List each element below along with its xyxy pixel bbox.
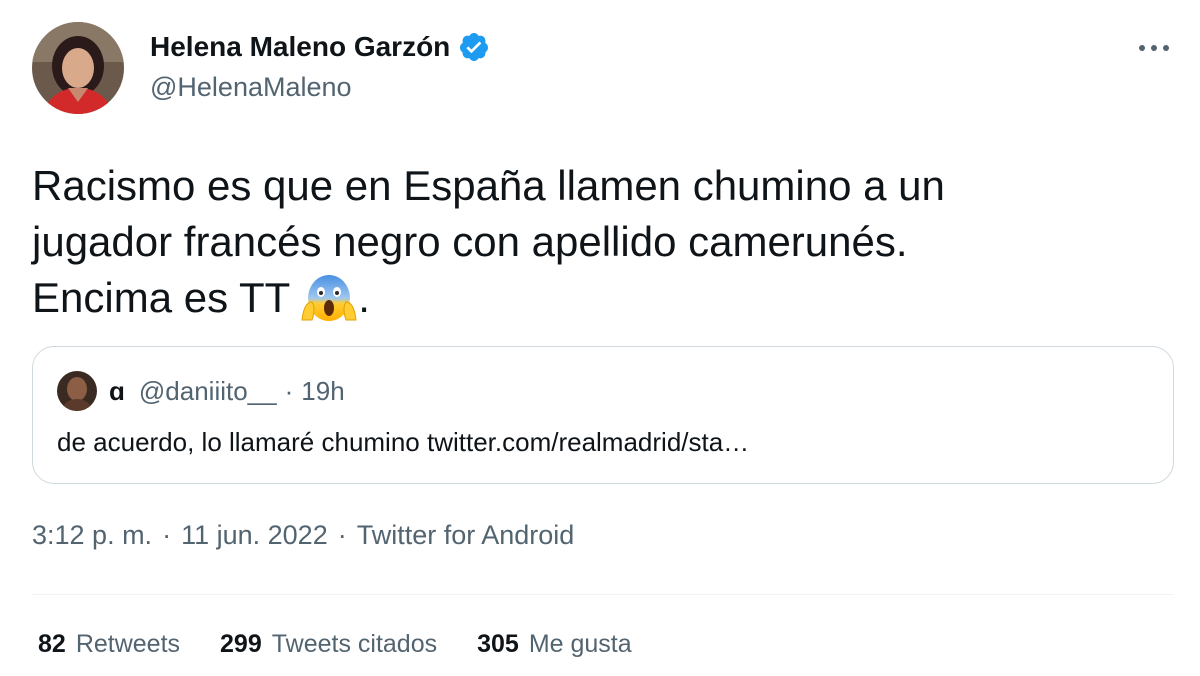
quote-tweets-label: Tweets citados — [271, 630, 438, 658]
tweet-meta: 3:12 p. m. · 11 jun. 2022 · Twitter for … — [32, 520, 574, 551]
likes-label: Me gusta — [528, 630, 632, 658]
tweet-trailing-period: . — [358, 274, 370, 321]
quoted-author-name[interactable]: ɑ — [109, 376, 125, 407]
retweets-label: Retweets — [75, 630, 181, 658]
retweets-stat[interactable]: 82 Retweets — [38, 630, 180, 659]
quoted-tweet[interactable]: ɑ @daniiito__ · 19h de acuerdo, lo llama… — [32, 346, 1174, 484]
author-handle[interactable]: @HelenaMaleno — [150, 72, 352, 103]
quoted-timestamp[interactable]: 19h — [301, 376, 344, 407]
tweet-line-last: Encima es TT . — [32, 270, 1132, 326]
meta-separator: · — [162, 520, 172, 550]
tweet-text: Racismo es que en España llamen chumino … — [32, 158, 1132, 326]
tweet-line: Racismo es que en España llamen chumino … — [32, 162, 945, 209]
likes-count: 305 — [477, 630, 519, 658]
quoted-text: de acuerdo, lo llamaré chumino twitter.c… — [57, 427, 750, 457]
screaming-face-emoji-icon — [300, 272, 358, 322]
retweets-count: 82 — [38, 630, 66, 658]
tweet-source[interactable]: Twitter for Android — [357, 520, 575, 551]
author-avatar[interactable] — [32, 22, 124, 114]
tweet-date[interactable]: 11 jun. 2022 — [181, 520, 328, 551]
quoted-author-avatar[interactable] — [57, 371, 97, 411]
quoted-author-handle[interactable]: @daniiito__ — [139, 376, 277, 407]
likes-stat[interactable]: 305 Me gusta — [477, 630, 632, 659]
tweet-stats: 82 Retweets 299 Tweets citados 305 Me gu… — [38, 630, 672, 659]
author-name[interactable]: Helena Maleno Garzón — [150, 31, 450, 63]
quote-tweets-stat[interactable]: 299 Tweets citados — [220, 630, 437, 659]
verified-badge-icon — [458, 31, 490, 63]
quoted-header: ɑ @daniiito__ · 19h — [109, 373, 345, 409]
quote-tweets-count: 299 — [220, 630, 262, 658]
divider — [32, 594, 1174, 595]
tweet-line-text: Encima es TT — [32, 274, 291, 321]
quoted-separator: · — [284, 375, 294, 406]
meta-separator: · — [337, 520, 347, 550]
tweet-line: jugador francés negro con apellido camer… — [32, 218, 908, 265]
more-options-button[interactable] — [1132, 30, 1176, 66]
tweet-time[interactable]: 3:12 p. m. — [32, 520, 152, 551]
more-dots-icon — [1139, 45, 1169, 51]
